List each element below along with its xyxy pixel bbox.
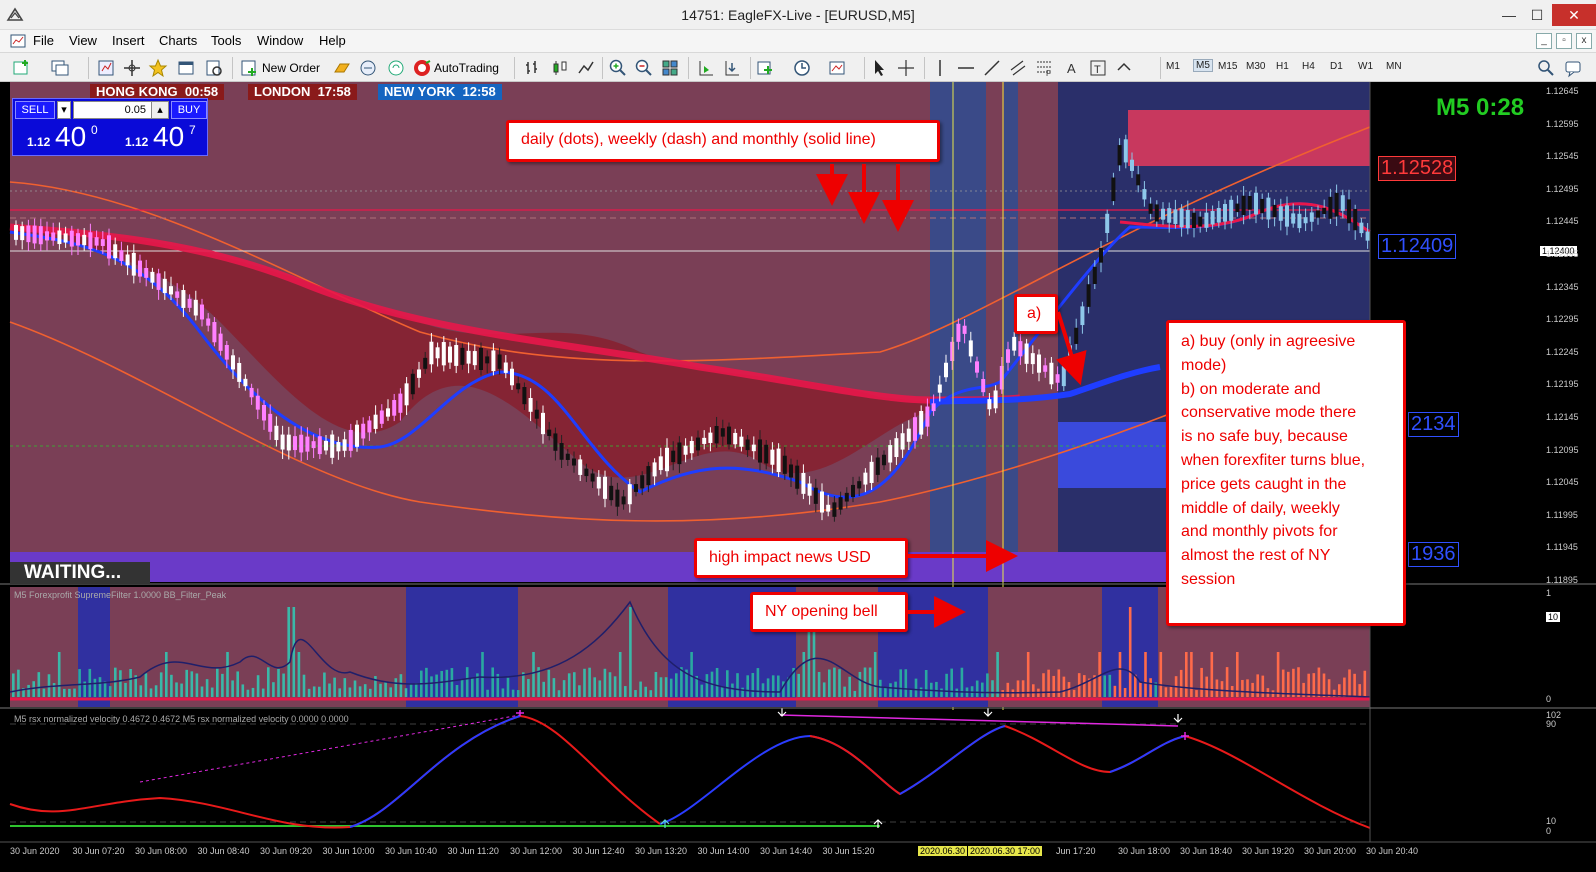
- annotation-arrows: [816, 164, 1087, 628]
